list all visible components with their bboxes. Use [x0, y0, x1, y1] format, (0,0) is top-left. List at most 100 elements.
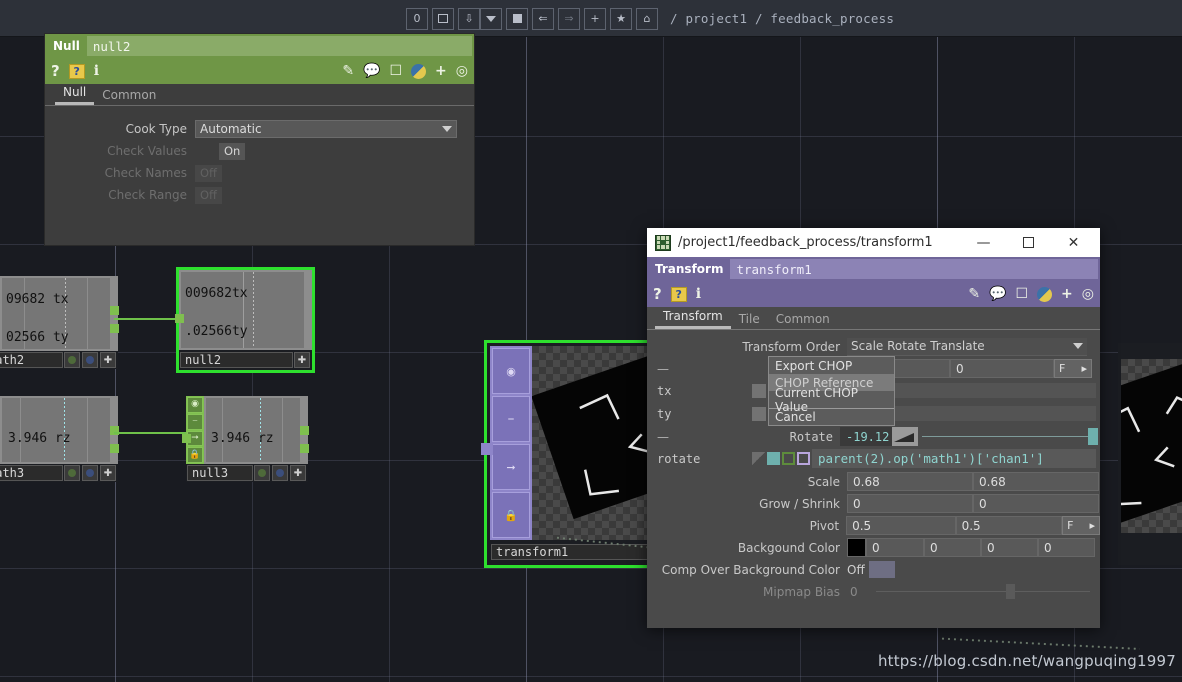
- node-math2[interactable]: ◉ ⎯ ➞ 🔒 09682 tx 02566 ty math2 ✚: [0, 276, 118, 369]
- target-icon[interactable]: ◎: [1082, 287, 1094, 301]
- bg-color-a-field[interactable]: 0: [1038, 538, 1095, 557]
- grow-y-field[interactable]: 0: [973, 494, 1099, 513]
- pencil-icon[interactable]: ✎: [342, 64, 354, 78]
- menu-item-current-chop-value[interactable]: Current CHOP Value: [769, 391, 894, 408]
- node-null2-in-port[interactable]: [175, 314, 184, 323]
- null-panel-op-name[interactable]: null2: [87, 36, 472, 56]
- rotate-slider[interactable]: [922, 436, 1092, 437]
- breadcrumb[interactable]: / project1 / feedback_process: [670, 11, 894, 26]
- stop-icon[interactable]: [506, 8, 528, 30]
- cook-type-dropdown[interactable]: Automatic: [195, 120, 457, 138]
- node-math2-chip-green[interactable]: [64, 352, 80, 368]
- tab-transform[interactable]: Transform: [655, 309, 731, 329]
- bg-color-r-field[interactable]: 0: [866, 538, 924, 557]
- node-math2-chip-plus[interactable]: ✚: [100, 352, 116, 368]
- mipmap-bias-value[interactable]: 0: [847, 585, 858, 599]
- transform-dialog-titlebar[interactable]: /project1/feedback_process/transform1 — …: [647, 228, 1100, 257]
- expr-mode-export-icon[interactable]: [782, 452, 795, 465]
- grow-x-field[interactable]: 0: [847, 494, 973, 513]
- ty-bind-toggle[interactable]: [752, 407, 766, 421]
- node-math3-out-port-2[interactable]: [110, 444, 119, 453]
- op-help-icon[interactable]: ?: [69, 64, 85, 79]
- forward-arrow-icon[interactable]: ⇒: [558, 8, 580, 30]
- node-null3-chip-green[interactable]: [254, 465, 270, 481]
- tx-bind-toggle[interactable]: [752, 384, 766, 398]
- node-null2-name[interactable]: null2: [180, 352, 293, 368]
- target-icon[interactable]: ◎: [456, 64, 468, 78]
- plus-icon[interactable]: +: [584, 8, 606, 30]
- star-icon[interactable]: ★: [610, 8, 632, 30]
- bypass-flag-icon[interactable]: ⎯: [492, 396, 530, 442]
- speech-bubble-icon[interactable]: 💬: [989, 287, 1006, 301]
- pivot-expr-button[interactable]: F ▸: [1062, 516, 1100, 535]
- viewer-flag-icon[interactable]: ◉: [492, 348, 530, 394]
- pivot-x-field[interactable]: 0.5: [846, 516, 956, 535]
- transform-op-name[interactable]: transform1: [730, 259, 1098, 279]
- toolbar-button-0[interactable]: 0: [406, 8, 428, 30]
- transform-order-dropdown[interactable]: Scale Rotate Translate: [847, 338, 1087, 356]
- plus-icon[interactable]: +: [435, 64, 447, 78]
- node-math2-chip-blue[interactable]: [82, 352, 98, 368]
- clone-icon[interactable]: ☐: [389, 64, 402, 78]
- lock-flag-icon[interactable]: 🔒: [187, 447, 203, 463]
- node-math3[interactable]: ◉ ⎯ ➞ 🔒 3.946 rz math3 ✚: [0, 396, 118, 482]
- check-range-toggle[interactable]: Off: [195, 187, 222, 204]
- rotate-expression-field[interactable]: parent(2).op('math1')['chan1']: [812, 449, 1096, 468]
- plus-icon[interactable]: +: [1061, 287, 1073, 301]
- node-null2-chip-plus[interactable]: ✚: [294, 352, 310, 368]
- help-icon[interactable]: ?: [653, 287, 662, 302]
- info-icon[interactable]: i: [94, 64, 99, 78]
- check-values-toggle[interactable]: On: [219, 143, 245, 160]
- bg-color-b-field[interactable]: 0: [981, 538, 1038, 557]
- speech-bubble-icon[interactable]: 💬: [363, 64, 380, 78]
- node-math2-out-port-1[interactable]: [110, 306, 119, 315]
- node-math3-chip-green[interactable]: [64, 465, 80, 481]
- op-help-icon[interactable]: ?: [671, 287, 687, 302]
- node-right-partial[interactable]: [1118, 343, 1182, 565]
- bg-color-g-field[interactable]: 0: [924, 538, 981, 557]
- expr-mode-expression-icon[interactable]: [767, 452, 780, 465]
- node-null3-name[interactable]: null3: [187, 465, 253, 481]
- maximize-icon[interactable]: [432, 8, 454, 30]
- rotate-value-field[interactable]: -19.12: [840, 427, 892, 446]
- tab-tile[interactable]: Tile: [731, 312, 768, 329]
- node-null3-chip-plus[interactable]: ✚: [290, 465, 306, 481]
- clone-icon[interactable]: ☐: [1015, 287, 1028, 301]
- bypass-flag-icon[interactable]: ⎯: [187, 414, 203, 430]
- rotate-slider-handle[interactable]: [1088, 428, 1098, 445]
- close-icon[interactable]: ✕: [1051, 228, 1096, 257]
- rotate-ramp-icon[interactable]: [892, 427, 918, 446]
- node-math3-name[interactable]: math3: [0, 465, 63, 481]
- lock-flag-icon[interactable]: 🔒: [492, 492, 530, 538]
- tab-common[interactable]: Common: [94, 88, 164, 105]
- pencil-icon[interactable]: ✎: [968, 287, 980, 301]
- node-transform1-in-port[interactable]: [481, 443, 493, 455]
- back-arrow-icon[interactable]: ⇐: [532, 8, 554, 30]
- expr-mode-constant-icon[interactable]: [752, 452, 765, 465]
- node-null3-out-port-1[interactable]: [300, 426, 309, 435]
- minimize-icon[interactable]: —: [961, 228, 1006, 257]
- tab-null[interactable]: Null: [55, 85, 94, 105]
- translate-expr-button[interactable]: F ▸: [1054, 359, 1092, 378]
- node-null2[interactable]: 009682tx .02566ty null2 ✚: [179, 270, 312, 370]
- python-icon[interactable]: [411, 64, 426, 79]
- down-arrow-icon[interactable]: ⇩: [458, 8, 480, 30]
- comp-over-value[interactable]: Off: [847, 561, 869, 578]
- mipmap-bias-slider[interactable]: [876, 591, 1090, 592]
- mipmap-bias-slider-handle[interactable]: [1006, 584, 1015, 599]
- home-icon[interactable]: ⌂: [636, 8, 658, 30]
- chevron-down-icon[interactable]: [480, 8, 502, 30]
- check-names-toggle[interactable]: Off: [195, 165, 222, 182]
- info-icon[interactable]: i: [696, 287, 701, 301]
- node-null3-chip-blue[interactable]: [272, 465, 288, 481]
- python-icon[interactable]: [1037, 287, 1052, 302]
- scale-x-field[interactable]: 0.68: [847, 472, 973, 491]
- node-math2-out-port-2[interactable]: [110, 324, 119, 333]
- scale-y-field[interactable]: 0.68: [973, 472, 1099, 491]
- node-null3-out-port-2[interactable]: [300, 444, 309, 453]
- node-math3-chip-plus[interactable]: ✚: [100, 465, 116, 481]
- node-math3-chip-blue[interactable]: [82, 465, 98, 481]
- help-icon[interactable]: ?: [51, 64, 60, 79]
- tab-common[interactable]: Common: [768, 312, 838, 329]
- translate-y-field[interactable]: 0: [950, 359, 1054, 378]
